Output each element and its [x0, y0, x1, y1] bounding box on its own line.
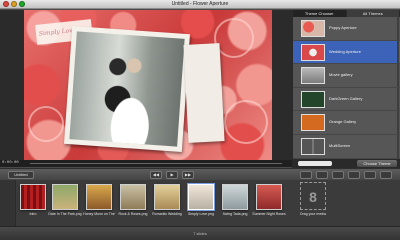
rose-decoration	[224, 100, 268, 144]
theme-thumbnail	[301, 137, 325, 155]
panel-tabs: Theme Chooser All Themes	[293, 10, 400, 17]
theme-thumbnail	[301, 43, 325, 61]
rose-decoration	[28, 106, 64, 142]
next-button[interactable]: ▶▶	[182, 171, 194, 179]
theme-item-multiscreen[interactable]: MultiScreen	[293, 134, 400, 159]
choose-theme-button[interactable]: Choose Theme	[357, 160, 397, 167]
slideshow-title-button[interactable]: Untitled	[8, 171, 34, 179]
theme-thumbnail	[301, 114, 325, 132]
previous-button[interactable]: ◀◀	[150, 171, 162, 179]
theme-list: Poppy Aperture Wedding Aperture Movie ga…	[293, 17, 400, 159]
slide-label: Date In The Park.png	[48, 212, 82, 216]
theme-thumbnail	[301, 20, 325, 37]
theme-item-movie-gallery[interactable]: Movie gallery	[293, 64, 400, 88]
slide-label: Rock & Roses.png	[118, 212, 148, 216]
slide-thumb[interactable]	[120, 184, 146, 210]
filmstrip: Intro Date In The Park.png Honey Moon on…	[0, 180, 400, 226]
title-bar: Untitled - Flower Aperture	[0, 0, 400, 9]
theme-name: MultiScreen	[329, 142, 351, 148]
window-title: Untitled - Flower Aperture	[171, 1, 229, 7]
slide-preview[interactable]: Simply Love You	[24, 10, 272, 160]
photo-frame	[64, 26, 190, 152]
slide-label: Honey Moon on The	[83, 212, 115, 216]
slide-label: Swing Tada.png	[222, 212, 248, 216]
tool-button[interactable]	[332, 171, 344, 179]
tool-button[interactable]	[316, 171, 328, 179]
theme-name: Movie gallery	[329, 72, 353, 78]
theme-item-poppy-aperture[interactable]: Poppy Aperture	[293, 17, 400, 41]
theme-name: DarkGreen Gallery	[329, 95, 363, 101]
slide-thumb-selected[interactable]	[187, 183, 215, 211]
tool-button[interactable]	[300, 171, 312, 179]
theme-item-wedding-aperture[interactable]: Wedding Aperture	[293, 40, 400, 65]
scrollbar[interactable]	[397, 64, 399, 87]
rose-decoration	[214, 18, 254, 58]
tool-button[interactable]	[380, 171, 392, 179]
slide-thumb[interactable]	[256, 184, 282, 210]
slide-label: Summer Night Roses	[252, 212, 286, 216]
scrollbar[interactable]	[397, 87, 399, 111]
theme-panel: Theme Chooser All Themes Poppy Aperture …	[292, 10, 400, 168]
add-slide-placeholder[interactable]: 8	[300, 182, 326, 210]
wedding-photo	[69, 31, 185, 147]
play-button[interactable]: ▶	[166, 171, 178, 179]
slide-thumb[interactable]	[154, 184, 180, 210]
control-bar: Untitled ◀◀ ▶ ▶▶	[0, 168, 400, 180]
slide-thumb-intro[interactable]	[20, 184, 46, 210]
slide-label: Drag your media	[300, 212, 326, 216]
slide-label: Romantic Wedding	[152, 212, 182, 216]
theme-item-orange-gallery[interactable]: Orange Gallery	[293, 111, 400, 135]
theme-search-field[interactable]	[298, 161, 332, 166]
slide-label: Simply Love.png	[188, 212, 214, 216]
slide-label: Intro	[29, 212, 37, 216]
theme-thumbnail	[301, 90, 325, 108]
timecode: 0:00:00	[2, 161, 19, 165]
tool-button[interactable]	[364, 171, 376, 179]
tab-theme-chooser[interactable]: Theme Chooser	[293, 10, 347, 17]
scrollbar[interactable]	[397, 134, 399, 158]
status-text: 7 slides	[193, 231, 207, 236]
theme-item-darkgreen-gallery[interactable]: DarkGreen Gallery	[293, 87, 400, 112]
tab-all-themes[interactable]: All Themes	[346, 10, 400, 17]
slide-thumb[interactable]	[222, 184, 248, 210]
theme-name: Wedding Aperture	[329, 48, 361, 54]
status-bar: 7 slides	[0, 226, 400, 240]
preview-scrubber[interactable]: 0:00:00	[0, 160, 292, 167]
tool-button[interactable]	[348, 171, 360, 179]
theme-thumbnail	[301, 67, 325, 85]
secondary-photo-frame	[183, 43, 225, 143]
slide-thumb[interactable]	[86, 184, 112, 210]
preview-stage: Simply Love You 0:00:00	[0, 10, 292, 167]
panel-footer: Choose Theme	[293, 159, 400, 168]
scrub-track[interactable]	[30, 163, 282, 164]
scrollbar[interactable]	[397, 40, 399, 64]
filmstrip-sidebar	[0, 180, 16, 226]
scrollbar[interactable]	[397, 111, 399, 134]
theme-name: Orange Gallery	[329, 119, 357, 125]
app-window: Untitled - Flower Aperture Simply Love Y…	[0, 0, 400, 240]
slide-thumb[interactable]	[52, 184, 78, 210]
scrollbar[interactable]	[397, 17, 399, 40]
theme-name: Poppy Aperture	[329, 25, 357, 30]
